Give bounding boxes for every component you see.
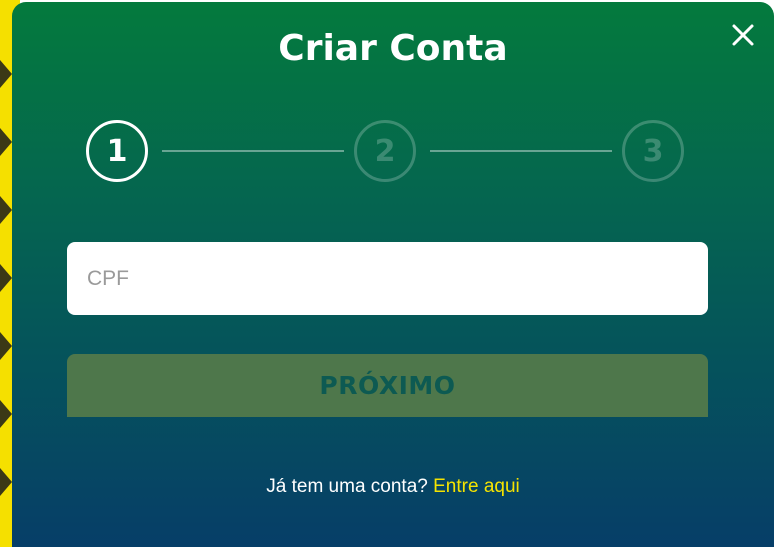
strip-notch: [0, 468, 12, 496]
strip-notch: [0, 400, 12, 428]
strip-notch: [0, 332, 12, 360]
next-button[interactable]: PRÓXIMO: [67, 354, 708, 417]
strip-notch: [0, 196, 12, 224]
strip-notch: [0, 264, 12, 292]
step-3-indicator: 3: [622, 120, 684, 182]
strip-notch: [0, 128, 12, 156]
step-connector: [430, 150, 612, 152]
step-connector: [162, 150, 344, 152]
login-prompt-text: Já tem uma conta?: [266, 476, 428, 497]
strip-notch: [0, 60, 12, 88]
cpf-input[interactable]: [67, 242, 708, 315]
signup-modal: Criar Conta 1 2 3 PRÓXIMO Já tem uma con…: [12, 2, 774, 547]
login-link[interactable]: Entre aqui: [433, 476, 520, 497]
progress-stepper: 1 2 3: [12, 2, 774, 222]
step-1-indicator: 1: [86, 120, 148, 182]
login-prompt: Já tem uma conta? Entre aqui: [12, 476, 774, 498]
step-2-indicator: 2: [354, 120, 416, 182]
